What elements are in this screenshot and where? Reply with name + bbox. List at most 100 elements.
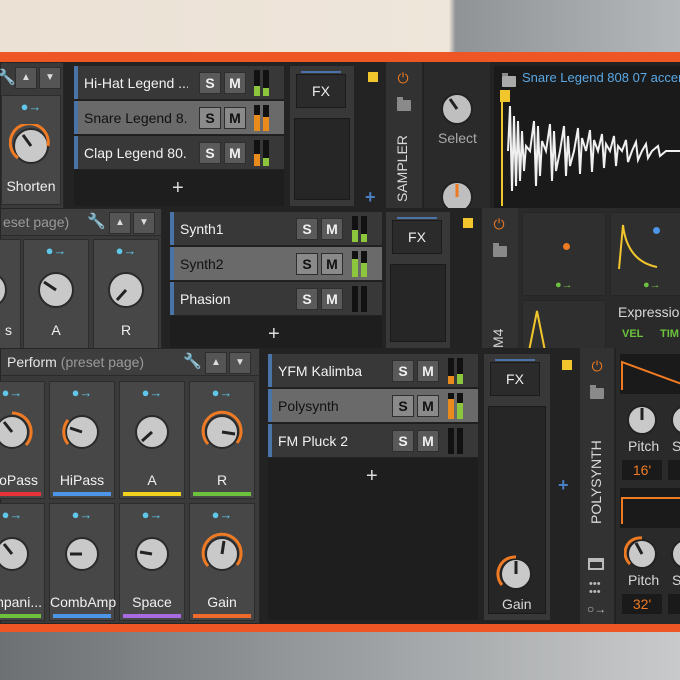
track-row-selected[interactable]: Snare Legend 8... S M — [74, 101, 284, 135]
knob[interactable] — [0, 268, 11, 312]
page-up-button[interactable]: ▲ — [205, 352, 227, 374]
modulator-arrow-icon: ●→ — [555, 279, 573, 291]
knob[interactable] — [104, 268, 148, 312]
mute-button[interactable]: M — [417, 395, 439, 417]
knob[interactable] — [34, 268, 78, 312]
wrench-icon[interactable]: 🔧 — [0, 69, 16, 87]
shape-knob[interactable] — [668, 536, 680, 572]
knob[interactable] — [60, 410, 104, 454]
mute-button[interactable]: M — [224, 72, 246, 94]
knob[interactable] — [438, 178, 476, 212]
page-down-button[interactable]: ▼ — [133, 212, 155, 234]
add-track-button[interactable]: + — [172, 178, 184, 198]
add-device-button[interactable]: + — [365, 188, 376, 206]
grid-icon[interactable]: ••• ••• — [589, 579, 601, 598]
knob[interactable] — [0, 532, 34, 576]
fx-button[interactable]: FX — [296, 71, 346, 108]
solo-button[interactable]: S — [296, 253, 318, 275]
track-color-indicator — [463, 218, 473, 228]
knob[interactable] — [130, 410, 174, 454]
level-meter — [263, 140, 269, 166]
solo-button[interactable]: S — [199, 107, 221, 129]
mute-button[interactable]: M — [321, 218, 343, 240]
select-knob[interactable] — [438, 90, 476, 128]
envelope-tile[interactable]: ●→ — [610, 212, 680, 296]
track-row-selected[interactable]: Synth2 S M — [170, 247, 382, 281]
macro-a[interactable]: ●→ A — [119, 381, 185, 499]
solo-button[interactable]: S — [392, 360, 414, 382]
fx-button[interactable]: FX — [490, 359, 540, 396]
page-down-button[interactable]: ▼ — [39, 67, 61, 89]
fx-button[interactable]: FX — [392, 217, 442, 254]
macro-space[interactable]: ●→ Space — [119, 503, 185, 621]
solo-button[interactable]: S — [392, 430, 414, 452]
level-meter — [361, 251, 367, 277]
track-row[interactable]: Synth1 S M — [170, 212, 382, 246]
mute-button[interactable]: M — [224, 142, 246, 164]
readout[interactable] — [668, 594, 680, 614]
pitch-readout-1[interactable]: 16' — [622, 460, 662, 480]
mute-button[interactable]: M — [321, 288, 343, 310]
macro-combamp[interactable]: ●→ CombAmp — [49, 503, 116, 621]
modulation-icon[interactable]: ○→ — [587, 602, 606, 616]
knob[interactable] — [200, 410, 244, 454]
mute-button[interactable]: M — [321, 253, 343, 275]
knob[interactable] — [60, 532, 104, 576]
knob[interactable] — [9, 124, 53, 168]
wrench-icon[interactable]: 🔧 — [87, 213, 106, 231]
solo-button[interactable]: S — [199, 72, 221, 94]
window-icon[interactable] — [588, 558, 604, 570]
macro[interactable]: ●→ s — [0, 239, 21, 349]
shape-knob[interactable] — [668, 402, 680, 438]
macro-lopass[interactable]: ●→ oPass — [0, 381, 45, 499]
track-row[interactable]: Clap Legend 80... S M — [74, 136, 284, 170]
folder-icon[interactable] — [590, 385, 604, 399]
solo-button[interactable]: S — [296, 218, 318, 240]
macro-companion[interactable]: ●→ mpani... — [0, 503, 45, 621]
modulator-tile[interactable]: ●→ — [522, 212, 606, 296]
track-row[interactable]: FM Pluck 2 S M — [268, 424, 478, 458]
wrench-icon[interactable]: 🔧 — [183, 353, 202, 371]
page-up-button[interactable]: ▲ — [109, 212, 131, 234]
solo-button[interactable]: S — [296, 288, 318, 310]
power-icon[interactable]: ⏻ — [395, 70, 411, 86]
track-row[interactable]: YFM Kalimba S M — [268, 354, 478, 388]
pitch-knob[interactable] — [624, 402, 660, 438]
level-meter — [263, 70, 269, 96]
add-track-button[interactable]: + — [268, 324, 280, 344]
mute-button[interactable]: M — [417, 360, 439, 382]
solo-button[interactable]: S — [392, 395, 414, 417]
macro-gain[interactable]: ●→ Gain — [189, 503, 255, 621]
macro-r[interactable]: ●→ R — [93, 239, 159, 349]
power-icon[interactable]: ⏻ — [491, 216, 507, 232]
track-row[interactable]: Phasion S M — [170, 282, 382, 316]
folder-icon[interactable] — [493, 243, 507, 257]
pitch-readout-2[interactable]: 32' — [622, 594, 662, 614]
page-down-button[interactable]: ▼ — [229, 352, 251, 374]
solo-button[interactable]: S — [199, 142, 221, 164]
knob[interactable] — [200, 532, 244, 576]
readout[interactable] — [668, 460, 680, 480]
add-track-button[interactable]: + — [366, 466, 378, 486]
macro-hipass[interactable]: ●→ HiPass — [49, 381, 115, 499]
knob[interactable] — [0, 410, 34, 454]
add-device-button[interactable]: + — [558, 476, 569, 494]
track-row[interactable]: Hi-Hat Legend ... S M — [74, 66, 284, 100]
mute-button[interactable]: M — [417, 430, 439, 452]
middle-fx-area: FX — [386, 212, 450, 348]
folder-icon[interactable] — [502, 73, 516, 87]
power-icon[interactable]: ⏻ — [589, 358, 605, 374]
gain-knob[interactable] — [496, 554, 536, 594]
folder-icon[interactable] — [397, 97, 411, 111]
mute-button[interactable]: M — [224, 107, 246, 129]
knob[interactable] — [130, 532, 174, 576]
top-window: 🔧 ▲ ▼ ●→ Shorten Hi-Hat Legend ... S M S… — [0, 62, 680, 212]
page-up-button[interactable]: ▲ — [15, 67, 37, 89]
macro-label: Gain — [207, 594, 237, 610]
macro-shorten[interactable]: ●→ Shorten — [1, 95, 61, 205]
envelope-tile[interactable] — [522, 300, 606, 352]
macro-a[interactable]: ●→ A — [23, 239, 89, 349]
track-row-selected[interactable]: Polysynth S M — [268, 389, 478, 423]
pitch-knob[interactable] — [624, 536, 660, 572]
macro-r[interactable]: ●→ R — [189, 381, 255, 499]
